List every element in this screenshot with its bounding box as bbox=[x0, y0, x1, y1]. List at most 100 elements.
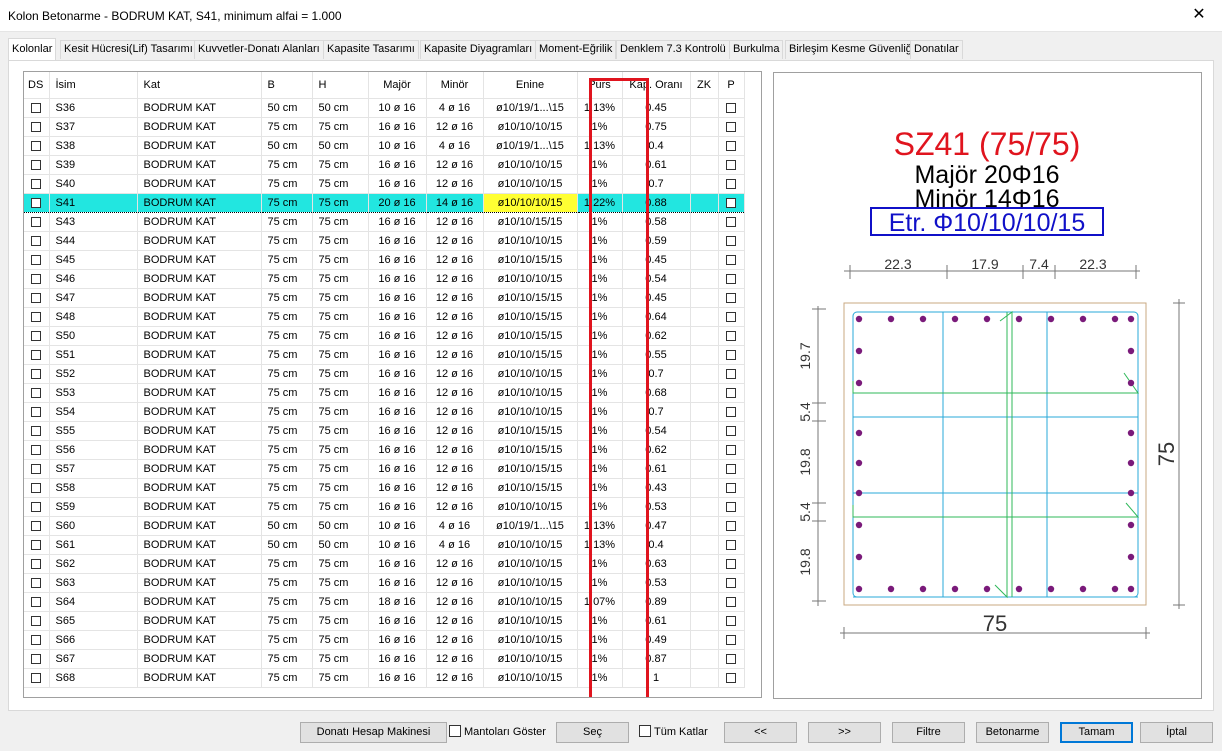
p-checkbox-cell[interactable] bbox=[718, 231, 745, 251]
p-checkbox[interactable] bbox=[726, 615, 736, 626]
table-row[interactable]: S58 BODRUM KAT 75 cm 75 cm 16 ø 16 12 ø 16 ø10… bbox=[24, 478, 745, 498]
p-checkbox-cell[interactable] bbox=[718, 592, 745, 612]
ds-checkbox-cell[interactable] bbox=[24, 155, 50, 175]
ds-checkbox-cell[interactable] bbox=[24, 478, 50, 498]
table-row[interactable]: S46 BODRUM KAT 75 cm 75 cm 16 ø 16 12 ø 16 ø10… bbox=[24, 269, 745, 289]
table-row[interactable]: S56 BODRUM KAT 75 cm 75 cm 16 ø 16 12 ø 16 ø10… bbox=[24, 440, 745, 460]
prev-button[interactable]: << bbox=[724, 722, 797, 743]
ds-checkbox-cell[interactable] bbox=[24, 630, 50, 650]
ds-checkbox-cell[interactable] bbox=[24, 307, 50, 327]
filter-button[interactable]: Filtre bbox=[892, 722, 965, 743]
ds-checkbox-cell[interactable] bbox=[24, 364, 50, 384]
table-row[interactable]: S44 BODRUM KAT 75 cm 75 cm 16 ø 16 12 ø 16 ø10… bbox=[24, 231, 745, 251]
table-row[interactable]: S66 BODRUM KAT 75 cm 75 cm 16 ø 16 12 ø 16 ø10… bbox=[24, 630, 745, 650]
ds-checkbox[interactable] bbox=[31, 102, 42, 113]
p-checkbox-cell[interactable] bbox=[718, 192, 745, 213]
p-checkbox[interactable] bbox=[726, 653, 736, 664]
p-checkbox-cell[interactable] bbox=[718, 459, 745, 479]
concrete-button[interactable]: Betonarme bbox=[976, 722, 1049, 743]
table-row[interactable]: S52 BODRUM KAT 75 cm 75 cm 16 ø 16 12 ø 16 ø10… bbox=[24, 364, 745, 384]
col-header-b[interactable]: B bbox=[261, 72, 313, 99]
col-header-h[interactable]: H bbox=[312, 72, 369, 99]
p-checkbox-cell[interactable] bbox=[718, 554, 745, 574]
ds-checkbox-cell[interactable] bbox=[24, 136, 50, 156]
ds-checkbox-cell[interactable] bbox=[24, 668, 50, 688]
ds-checkbox[interactable] bbox=[31, 653, 42, 664]
ds-checkbox-cell[interactable] bbox=[24, 250, 50, 270]
p-checkbox[interactable] bbox=[726, 178, 736, 189]
cancel-button[interactable]: İptal bbox=[1140, 722, 1213, 743]
ds-checkbox[interactable] bbox=[31, 520, 42, 531]
ds-checkbox-cell[interactable] bbox=[24, 421, 50, 441]
ds-checkbox-cell[interactable] bbox=[24, 516, 50, 536]
ds-checkbox-cell[interactable] bbox=[24, 554, 50, 574]
p-checkbox[interactable] bbox=[726, 368, 736, 379]
p-checkbox-cell[interactable] bbox=[718, 497, 745, 517]
p-checkbox-cell[interactable] bbox=[718, 573, 745, 593]
ds-checkbox-cell[interactable] bbox=[24, 231, 50, 251]
p-checkbox-cell[interactable] bbox=[718, 535, 745, 555]
p-checkbox[interactable] bbox=[726, 349, 736, 360]
ds-checkbox-cell[interactable] bbox=[24, 402, 50, 422]
p-checkbox[interactable] bbox=[726, 254, 736, 265]
col-header-kat[interactable]: Kat bbox=[137, 72, 262, 99]
p-checkbox[interactable] bbox=[726, 577, 736, 588]
table-row[interactable]: S62 BODRUM KAT 75 cm 75 cm 16 ø 16 12 ø 16 ø10… bbox=[24, 554, 745, 574]
p-checkbox[interactable] bbox=[726, 520, 736, 531]
table-row[interactable]: S47 BODRUM KAT 75 cm 75 cm 16 ø 16 12 ø 16 ø10… bbox=[24, 288, 745, 308]
p-checkbox-cell[interactable] bbox=[718, 383, 745, 403]
p-checkbox-cell[interactable] bbox=[718, 326, 745, 346]
p-checkbox-cell[interactable] bbox=[718, 668, 745, 688]
table-row[interactable]: S60 BODRUM KAT 50 cm 50 cm 10 ø 16 4 ø 16 ø10/… bbox=[24, 516, 745, 536]
p-checkbox[interactable] bbox=[726, 273, 736, 284]
ds-checkbox[interactable] bbox=[31, 463, 42, 474]
ds-checkbox[interactable] bbox=[31, 197, 42, 208]
p-checkbox-cell[interactable] bbox=[718, 174, 745, 194]
tab-kesit-hucresi[interactable]: Kesit Hücresi(Lif) Tasarımı bbox=[60, 40, 197, 59]
p-checkbox-cell[interactable] bbox=[718, 611, 745, 631]
ds-checkbox-cell[interactable] bbox=[24, 611, 50, 631]
ok-button[interactable]: Tamam bbox=[1060, 722, 1133, 743]
ds-checkbox-cell[interactable] bbox=[24, 573, 50, 593]
ds-checkbox[interactable] bbox=[31, 121, 42, 132]
col-header-purs[interactable]: Purs bbox=[577, 72, 623, 99]
table-row[interactable]: S54 BODRUM KAT 75 cm 75 cm 16 ø 16 12 ø 16 ø10… bbox=[24, 402, 745, 422]
columns-grid[interactable]: DS İsim Kat B H Majör Minör Enine Purs K… bbox=[23, 71, 762, 698]
ds-checkbox[interactable] bbox=[31, 406, 42, 417]
table-row[interactable]: S65 BODRUM KAT 75 cm 75 cm 16 ø 16 12 ø 16 ø10… bbox=[24, 611, 745, 631]
table-row[interactable]: S55 BODRUM KAT 75 cm 75 cm 16 ø 16 12 ø 16 ø10… bbox=[24, 421, 745, 441]
ds-checkbox-cell[interactable] bbox=[24, 288, 50, 308]
table-row[interactable]: S53 BODRUM KAT 75 cm 75 cm 16 ø 16 12 ø 16 ø10… bbox=[24, 383, 745, 403]
calc-button[interactable]: Donatı Hesap Makinesi bbox=[300, 722, 447, 743]
ds-checkbox[interactable] bbox=[31, 615, 42, 626]
ds-checkbox-cell[interactable] bbox=[24, 440, 50, 460]
ds-checkbox[interactable] bbox=[31, 178, 42, 189]
p-checkbox[interactable] bbox=[726, 121, 736, 132]
table-row[interactable]: S67 BODRUM KAT 75 cm 75 cm 16 ø 16 12 ø 16 ø10… bbox=[24, 649, 745, 669]
ds-checkbox[interactable] bbox=[31, 216, 42, 227]
p-checkbox[interactable] bbox=[726, 596, 736, 607]
p-checkbox[interactable] bbox=[726, 387, 736, 398]
ds-checkbox[interactable] bbox=[31, 292, 42, 303]
p-checkbox[interactable] bbox=[726, 292, 736, 303]
p-checkbox-cell[interactable] bbox=[718, 478, 745, 498]
ds-checkbox-cell[interactable] bbox=[24, 192, 50, 213]
p-checkbox-cell[interactable] bbox=[718, 117, 745, 137]
show-jackets-checkbox[interactable]: Mantoları Göster bbox=[449, 724, 546, 740]
p-checkbox[interactable] bbox=[726, 444, 736, 455]
col-header-isim[interactable]: İsim bbox=[49, 72, 138, 99]
ds-checkbox-cell[interactable] bbox=[24, 98, 50, 118]
p-checkbox-cell[interactable] bbox=[718, 136, 745, 156]
table-row[interactable]: S51 BODRUM KAT 75 cm 75 cm 16 ø 16 12 ø 16 ø10… bbox=[24, 345, 745, 365]
ds-checkbox-cell[interactable] bbox=[24, 212, 50, 232]
ds-checkbox[interactable] bbox=[31, 672, 42, 683]
table-row[interactable]: S45 BODRUM KAT 75 cm 75 cm 16 ø 16 12 ø 16 ø10… bbox=[24, 250, 745, 270]
p-checkbox[interactable] bbox=[726, 634, 736, 645]
col-header-ds[interactable]: DS bbox=[24, 72, 50, 99]
table-row[interactable]: S61 BODRUM KAT 50 cm 50 cm 10 ø 16 4 ø 16 ø10/… bbox=[24, 535, 745, 555]
p-checkbox-cell[interactable] bbox=[718, 649, 745, 669]
ds-checkbox-cell[interactable] bbox=[24, 535, 50, 555]
table-row[interactable]: S39 BODRUM KAT 75 cm 75 cm 16 ø 16 12 ø 16 ø10… bbox=[24, 155, 745, 175]
ds-checkbox-cell[interactable] bbox=[24, 117, 50, 137]
p-checkbox-cell[interactable] bbox=[718, 630, 745, 650]
